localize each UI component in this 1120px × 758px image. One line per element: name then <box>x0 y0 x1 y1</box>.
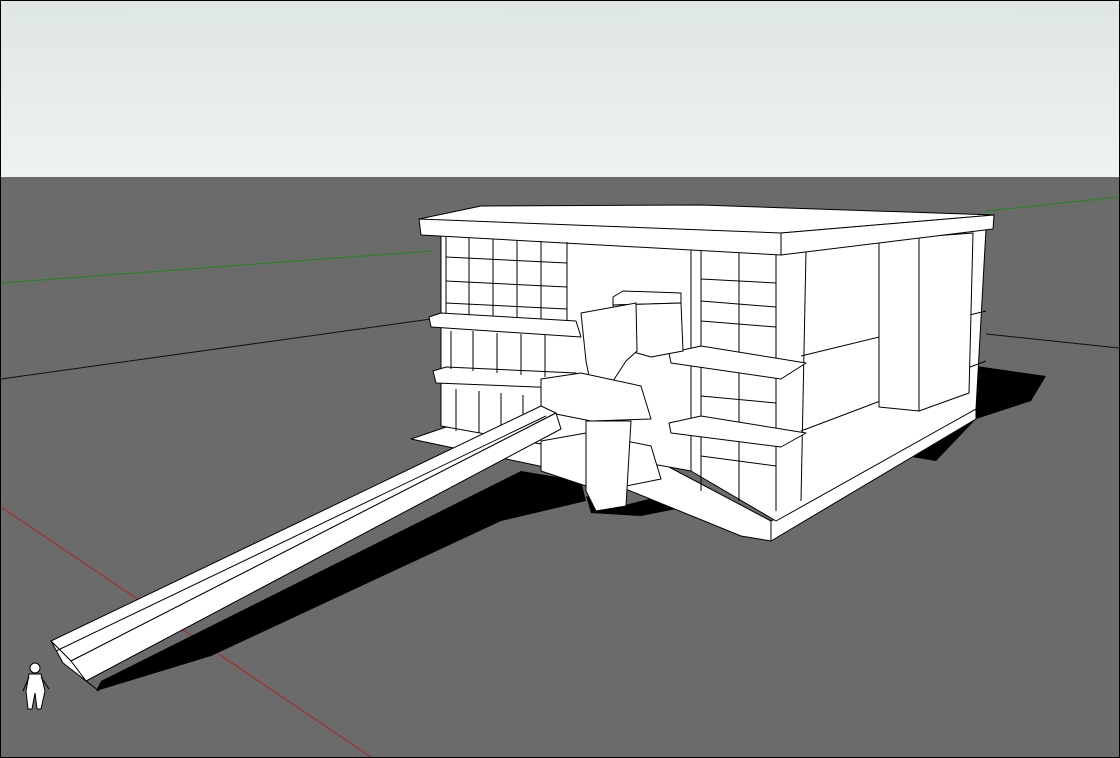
modeling-viewport[interactable] <box>0 0 1120 758</box>
sky <box>1 1 1119 177</box>
stair-tower-column[interactable] <box>585 420 632 512</box>
side-tower[interactable] <box>878 236 920 412</box>
side-tower-face[interactable] <box>918 232 974 412</box>
3d-scene[interactable] <box>1 1 1119 757</box>
